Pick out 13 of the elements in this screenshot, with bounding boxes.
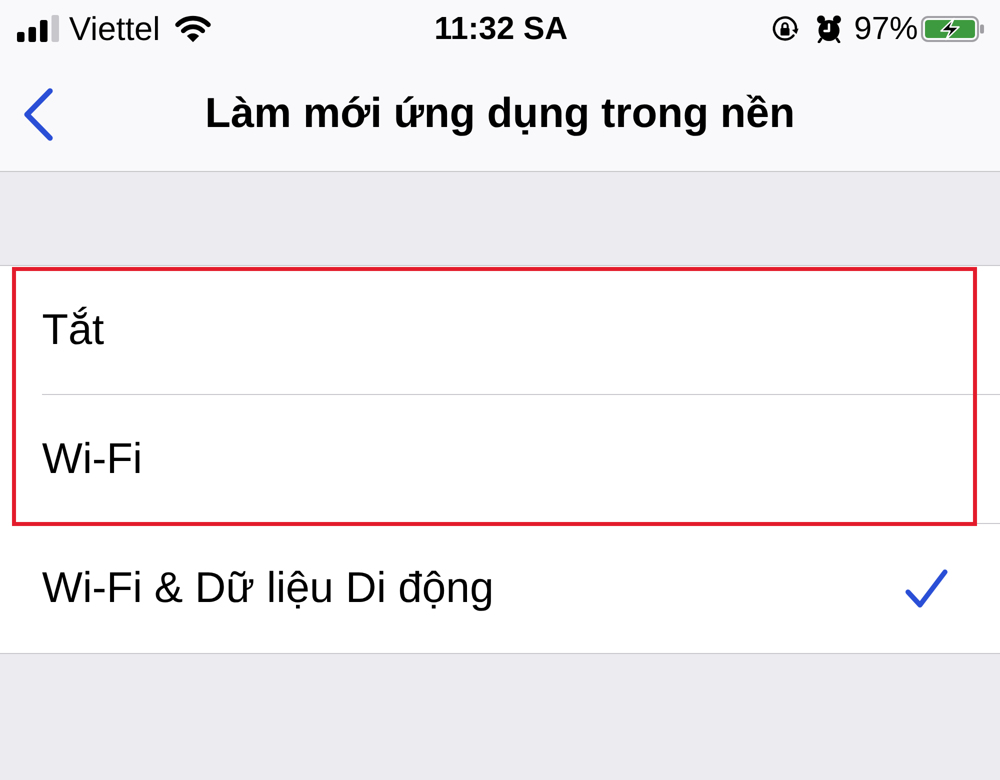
option-row[interactable]: Tắt	[0, 266, 1000, 395]
battery-charging-icon	[921, 16, 985, 42]
rotation-lock-icon	[770, 14, 799, 42]
alarm-clock-icon	[816, 14, 842, 42]
carrier-name: Viettel	[69, 10, 160, 48]
wifi-icon	[174, 14, 212, 43]
battery-percentage: 97%	[854, 10, 918, 47]
clock-time: 11:32 SA	[434, 10, 568, 47]
option-row[interactable]: Wi-Fi	[0, 395, 1000, 524]
chevron-left-icon	[22, 86, 55, 142]
screen-title: Làm mới ứng dụng trong nền	[205, 89, 795, 138]
option-row[interactable]: Wi-Fi & Dữ liệu Di động	[0, 524, 1000, 653]
signal-icon	[17, 15, 59, 42]
